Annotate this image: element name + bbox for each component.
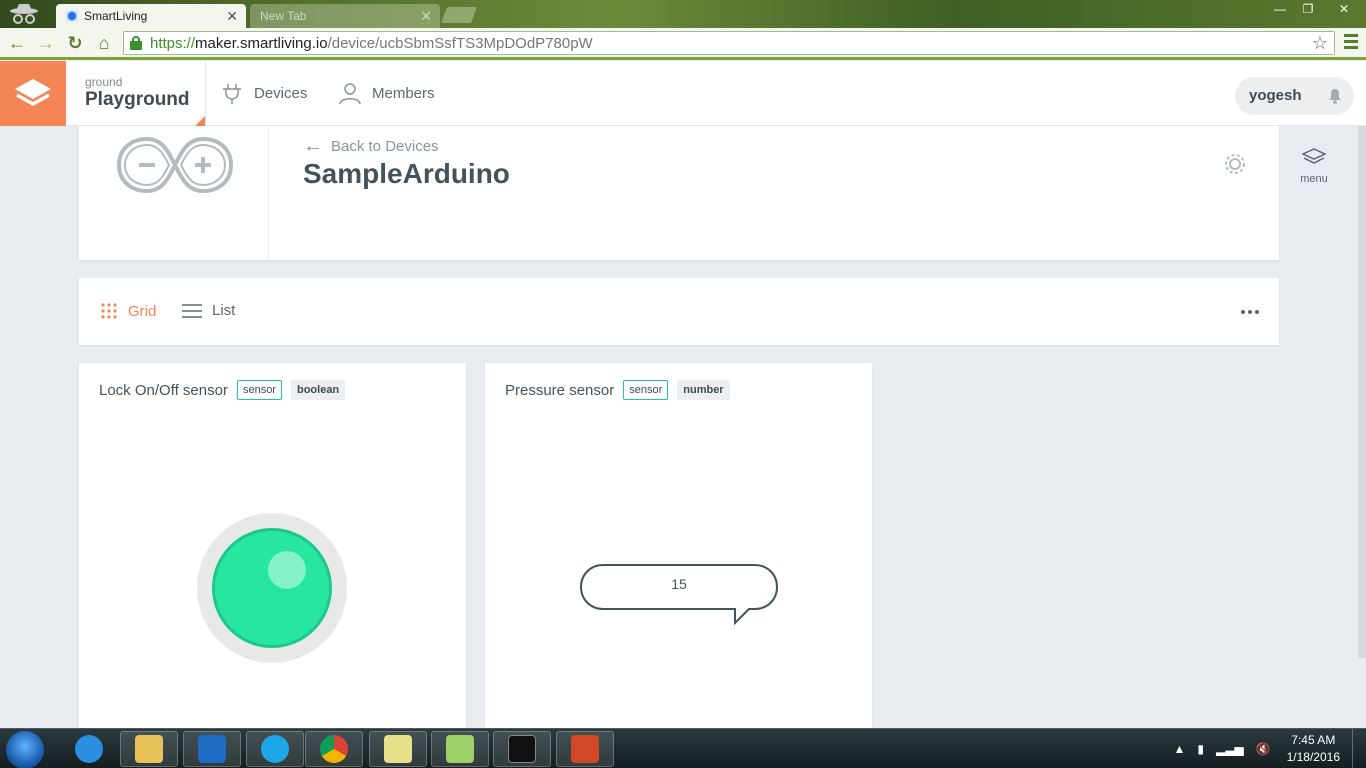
- powerpoint-icon[interactable]: [556, 731, 614, 767]
- device-header-card: ← Back to Devices SampleArduino: [79, 126, 1279, 260]
- nav-members[interactable]: Members: [338, 81, 435, 105]
- indicator-highlight: [268, 551, 306, 589]
- user-menu[interactable]: yogesh: [1235, 77, 1354, 115]
- boolean-indicator-on: [212, 528, 332, 648]
- tab-new-tab[interactable]: New Tab ✕: [250, 4, 440, 28]
- show-desktop-button[interactable]: [1352, 729, 1366, 768]
- url-host: maker.smartliving.io: [195, 34, 328, 52]
- person-icon: [339, 83, 361, 105]
- app-header: ground Playground Devices Members yogesh: [0, 61, 1366, 126]
- home-icon[interactable]: ⌂: [93, 32, 115, 54]
- system-tray: ▲ ▮ ▂▃▅ 🔇 7:45 AM 1/18/2016: [1173, 729, 1340, 768]
- grid-view-label: Grid: [128, 302, 157, 320]
- ground-name: Playground: [85, 89, 190, 110]
- sensor-name: Lock On/Off sensor: [99, 381, 228, 399]
- device-image: [79, 126, 269, 260]
- address-bar[interactable]: https:// maker.smartliving.io /device/uc…: [123, 31, 1335, 55]
- sensor-name: Pressure sensor: [505, 381, 615, 399]
- boolean-indicator: [197, 513, 347, 663]
- notepad-plus-plus-icon[interactable]: [431, 731, 489, 767]
- window-controls: — ❐ ✕: [1266, 0, 1366, 20]
- incognito-icon: [10, 4, 38, 24]
- device-icon[interactable]: ▮: [1197, 742, 1204, 756]
- more-options-icon[interactable]: [1238, 310, 1259, 314]
- device-title: SampleArduino: [303, 158, 510, 189]
- forward-arrow-icon[interactable]: →: [35, 32, 57, 54]
- list-icon: [182, 303, 202, 318]
- command-prompt-icon[interactable]: [493, 731, 551, 767]
- sensor-header: Lock On/Off sensor sensor boolean: [99, 380, 346, 400]
- smartliving-favicon-icon: [66, 10, 78, 22]
- restore-icon[interactable]: ❐: [1294, 0, 1322, 20]
- nav-devices-label: Devices: [254, 84, 308, 102]
- plug-icon: [223, 84, 241, 104]
- ground-selector[interactable]: ground Playground: [66, 61, 206, 126]
- list-view-button[interactable]: List: [182, 302, 235, 319]
- clock[interactable]: 7:45 AM 1/18/2016: [1287, 732, 1340, 766]
- browser-toolbar: ← → ↻ ⌂ https:// maker.smartliving.io /d…: [0, 28, 1366, 60]
- sensor-card-lock: Lock On/Off sensor sensor boolean: [79, 363, 466, 733]
- gear-icon[interactable]: [1222, 151, 1248, 177]
- page-scrollbar[interactable]: [1358, 126, 1366, 658]
- bell-icon[interactable]: [1316, 77, 1354, 115]
- smartliving-logo[interactable]: [0, 61, 66, 126]
- show-hidden-icons-icon[interactable]: ▲: [1173, 742, 1185, 756]
- nav-members-label: Members: [372, 84, 435, 102]
- sensor-kind-tag: sensor: [623, 380, 669, 400]
- layers-logo-icon: [15, 78, 51, 106]
- view-toggle-bar: Grid List: [79, 278, 1279, 345]
- tab-label: New Tab: [260, 9, 307, 23]
- url-scheme: https://: [150, 34, 196, 52]
- grid-view-button[interactable]: Grid: [100, 302, 156, 320]
- list-view-label: List: [212, 302, 236, 319]
- username: yogesh: [1249, 87, 1302, 104]
- close-tab-icon[interactable]: ✕: [226, 8, 238, 25]
- taskbar: ▲ ▮ ▂▃▅ 🔇 7:45 AM 1/18/2016: [0, 728, 1366, 768]
- url-path: /device/ucbSbmSsfTS3MpDOdP780pW: [327, 34, 593, 52]
- lock-icon: [130, 36, 142, 50]
- layers-icon: [1301, 148, 1327, 164]
- side-menu-button[interactable]: menu: [1296, 148, 1332, 185]
- speech-bubble-shape: [579, 564, 779, 626]
- grid-icon: [101, 303, 117, 319]
- side-menu-label: menu: [1300, 173, 1328, 185]
- back-arrow-icon[interactable]: ←: [6, 32, 28, 54]
- outlook-icon[interactable]: [183, 731, 241, 767]
- back-to-devices-link[interactable]: ← Back to Devices: [303, 135, 439, 158]
- clock-date: 1/18/2016: [1286, 750, 1340, 764]
- reload-icon[interactable]: ↻: [64, 32, 86, 54]
- sensor-card-pressure: Pressure sensor sensor number 15: [485, 363, 872, 733]
- arrow-left-icon: ←: [303, 135, 323, 157]
- clock-time: 7:45 AM: [1291, 733, 1336, 747]
- sensor-value: 15: [671, 576, 687, 592]
- minimize-icon[interactable]: —: [1266, 0, 1294, 20]
- file-explorer-icon[interactable]: [120, 731, 178, 767]
- new-tab-button[interactable]: [441, 7, 477, 23]
- bookmark-star-icon[interactable]: ☆: [1312, 32, 1328, 54]
- arduino-logo-icon: [117, 136, 233, 194]
- volume-muted-icon[interactable]: 🔇: [1256, 742, 1271, 756]
- start-button[interactable]: [6, 731, 44, 768]
- chrome-icon[interactable]: [305, 731, 363, 767]
- ground-label: ground: [85, 75, 123, 89]
- sticky-notes-icon[interactable]: [369, 731, 427, 767]
- sensor-header: Pressure sensor sensor number: [505, 380, 730, 400]
- value-bubble: 15: [579, 563, 779, 627]
- tab-label: SmartLiving: [84, 9, 148, 23]
- ground-corner-indicator: [195, 116, 205, 126]
- browser-titlebar: SmartLiving ✕ New Tab ✕ — ❐ ✕: [0, 0, 1366, 28]
- back-to-devices-label: Back to Devices: [331, 138, 439, 155]
- browser-menu-icon[interactable]: [1344, 34, 1358, 52]
- close-tab-icon[interactable]: ✕: [420, 8, 432, 25]
- signal-icon[interactable]: ▂▃▅: [1216, 742, 1244, 756]
- internet-explorer-icon[interactable]: [60, 731, 118, 767]
- tab-smartliving[interactable]: SmartLiving ✕: [56, 4, 246, 28]
- sensor-type-tag: boolean: [290, 380, 346, 400]
- skype-icon[interactable]: [246, 731, 304, 767]
- close-window-icon[interactable]: ✕: [1322, 0, 1366, 20]
- sensor-kind-tag: sensor: [236, 380, 282, 400]
- sensor-type-tag: number: [677, 380, 730, 400]
- nav-devices[interactable]: Devices: [220, 81, 307, 105]
